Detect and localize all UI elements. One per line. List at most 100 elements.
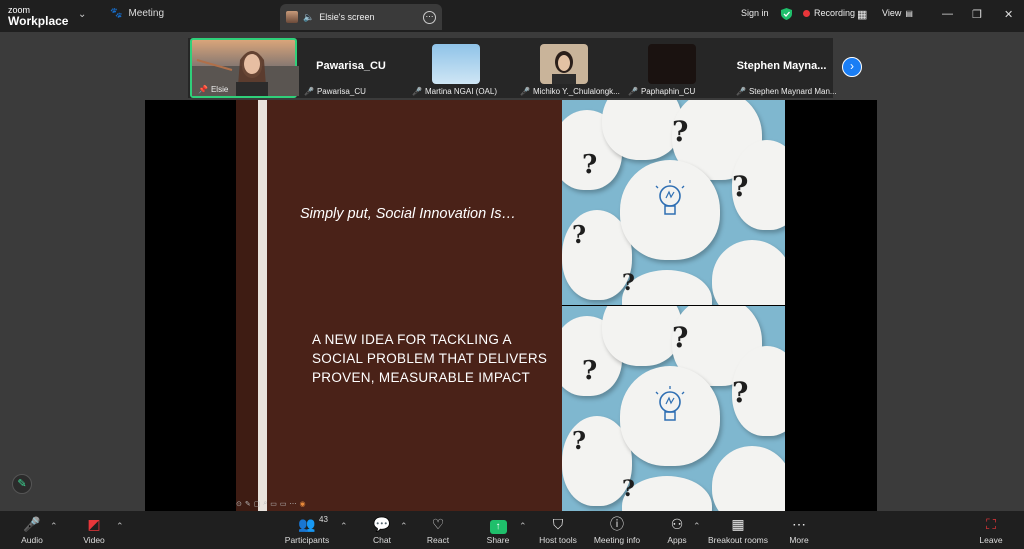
- more-button[interactable]: ⋯ More: [769, 515, 829, 545]
- sign-in-button[interactable]: Sign in: [741, 8, 769, 18]
- view-button[interactable]: View ▤: [882, 8, 913, 18]
- annotate-pencil-button[interactable]: ✎: [12, 474, 32, 494]
- audio-options-chevron-icon[interactable]: ⌃: [50, 521, 58, 532]
- slideshow-controls: ⊙ ✎ ▢ ⌕ ▭ ▭ ⋯ ◉: [236, 500, 306, 508]
- heart-icon: ♡: [431, 516, 445, 532]
- share-options-chevron-icon[interactable]: ⌃: [519, 521, 527, 532]
- share-tab[interactable]: 🔈 Elsie's screen ⋯: [280, 4, 442, 30]
- shield-icon[interactable]: [781, 8, 792, 20]
- view-label: View: [882, 8, 902, 18]
- slide-text-panel: [236, 100, 562, 511]
- participants-label: Participants: [284, 535, 330, 545]
- participant-tile[interactable]: Stephen Mayna... 🎤 Stephen Maynard Man...: [730, 38, 837, 98]
- participants-button[interactable]: 👥 Participants: [277, 515, 337, 545]
- camera-icon[interactable]: ▭: [280, 500, 287, 508]
- participants-count: 43: [319, 515, 328, 524]
- react-button[interactable]: ♡ React: [408, 515, 468, 545]
- pencil-icon: ✎: [17, 478, 27, 490]
- chat-options-chevron-icon[interactable]: ⌃: [400, 521, 408, 532]
- paw-icon: 🐾: [110, 8, 123, 19]
- breakout-rooms-icon: ▦: [731, 516, 745, 532]
- participant-tile[interactable]: 📌 Elsie: [190, 38, 299, 98]
- share-label: Share: [486, 535, 510, 545]
- audio-label: Audio: [21, 535, 43, 545]
- mic-muted-icon: 🎤: [412, 87, 422, 96]
- meeting-menu[interactable]: 🐾 Meeting: [110, 8, 164, 19]
- more-icon[interactable]: ⋯: [290, 500, 297, 508]
- chevron-down-icon[interactable]: ⌄: [78, 9, 86, 20]
- mic-muted-icon: 🎤: [736, 87, 746, 96]
- participant-avatar: [432, 44, 480, 84]
- search-icon[interactable]: ⌕: [263, 500, 267, 508]
- mic-muted-icon: 🎤: [304, 87, 314, 96]
- recording-dot-icon: [803, 9, 810, 17]
- participant-tile[interactable]: Pawarisa_CU 🎤 Pawarisa_CU: [298, 38, 404, 98]
- video-off-icon: ◩: [87, 516, 101, 532]
- meeting-info-label: Meeting info: [593, 535, 641, 545]
- more-label: More: [789, 535, 809, 545]
- lightbulb-icon: [655, 180, 685, 215]
- participant-name: 🎤 Martina NGAI (OAL): [412, 87, 497, 96]
- prev-slide-icon[interactable]: ⊙: [236, 500, 242, 508]
- zoom-logo: zoom Workplace: [8, 5, 68, 27]
- next-page-button[interactable]: ›: [842, 57, 862, 77]
- recording-label: Recording: [814, 8, 856, 18]
- share-tab-label: Elsie's screen: [319, 12, 375, 22]
- breakout-rooms-button[interactable]: ▦ Breakout rooms: [708, 515, 768, 545]
- participants-icon: 👥: [298, 516, 316, 532]
- participants-options-chevron-icon[interactable]: ⌃: [340, 521, 348, 532]
- sharer-avatar: [286, 11, 298, 23]
- info-icon: ⓘ: [610, 516, 624, 532]
- participant-name: 🎤 Michiko Y._Chulalongk...: [520, 87, 620, 96]
- participant-name: 📌 Elsie: [198, 85, 229, 94]
- minimize-icon[interactable]: —: [942, 8, 953, 20]
- more-icon: ⋯: [792, 516, 806, 532]
- recording-indicator[interactable]: Recording: [803, 8, 855, 18]
- pin-icon: 📌: [198, 85, 208, 94]
- speaker-icon: 🔈: [303, 11, 315, 22]
- close-icon[interactable]: ✕: [1004, 8, 1013, 21]
- host-tools-label: Host tools: [539, 535, 577, 545]
- apps-label: Apps: [667, 535, 687, 545]
- lightbulb-icon: [655, 386, 685, 421]
- grid-icon[interactable]: ▦: [857, 8, 867, 21]
- slide-heading: Simply put, Social Innovation Is…: [300, 206, 516, 222]
- meeting-toolbar: 🎤 Audio ⌃ ◩ Video ⌃ 👥 Participants 43 ⌃ …: [0, 511, 1024, 549]
- grid-view-icon[interactable]: ▢: [254, 500, 261, 508]
- more-options-icon[interactable]: ⋯: [423, 10, 436, 24]
- meeting-info-button[interactable]: ⓘ Meeting info: [587, 515, 647, 545]
- breakout-rooms-label: Breakout rooms: [708, 535, 768, 545]
- mic-muted-icon: 🎤: [628, 87, 638, 96]
- apps-options-chevron-icon[interactable]: ⌃: [693, 521, 701, 532]
- video-options-chevron-icon[interactable]: ⌃: [116, 521, 124, 532]
- pointer-icon[interactable]: ◉: [300, 500, 306, 508]
- participant-tile[interactable]: 🎤 Paphaphin_CU: [622, 38, 728, 98]
- participant-tile[interactable]: 🎤 Michiko Y._Chulalongk...: [514, 38, 620, 98]
- slide-accent-bar: [258, 100, 267, 511]
- slide-left-strip: [236, 100, 258, 511]
- participant-name: 🎤 Paphaphin_CU: [628, 87, 696, 96]
- participant-name: 🎤 Pawarisa_CU: [304, 87, 366, 96]
- video-button[interactable]: ◩ Video: [64, 515, 124, 545]
- slide-body: A NEW IDEA FOR TACKLING A SOCIAL PROBLEM…: [312, 332, 548, 385]
- question-heads-image: ? ? ? ? ?: [562, 100, 785, 305]
- participant-avatar: [648, 44, 696, 84]
- subtitles-icon[interactable]: ▭: [270, 500, 277, 508]
- restore-icon[interactable]: ❐: [972, 8, 982, 21]
- question-heads-image: ? ? ? ? ?: [562, 306, 785, 511]
- participant-avatar: [540, 44, 588, 84]
- slide-image: ? ? ? ? ? ? ? ? ? ?: [562, 100, 785, 511]
- pen-icon[interactable]: ✎: [245, 500, 251, 508]
- title-bar: zoom Workplace ⌄ 🐾 Meeting 🔈 Elsie's scr…: [0, 0, 1024, 32]
- host-tools-button[interactable]: ⛉ Host tools: [528, 515, 588, 545]
- participant-name: 🎤 Stephen Maynard Man...: [736, 87, 837, 96]
- participant-tile[interactable]: 🎤 Martina NGAI (OAL): [406, 38, 512, 98]
- mic-muted-icon: 🎤: [520, 87, 530, 96]
- react-label: React: [426, 535, 450, 545]
- leave-button[interactable]: ⛶ Leave: [961, 515, 1021, 545]
- leave-label: Leave: [979, 535, 1003, 545]
- leave-icon: ⛶: [986, 516, 996, 532]
- participant-display-name: Pawarisa_CU: [316, 60, 386, 72]
- meeting-label: Meeting: [128, 8, 165, 19]
- view-icon: ▤: [905, 8, 913, 18]
